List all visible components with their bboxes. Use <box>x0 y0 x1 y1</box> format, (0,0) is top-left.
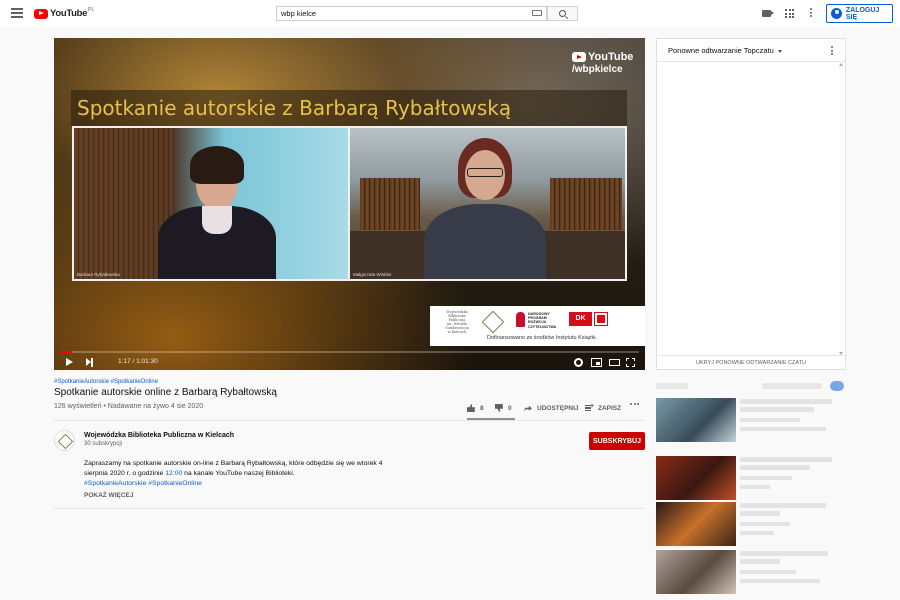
speaker-panel-right: Małgorzata Winkler <box>348 126 627 281</box>
watermark-brand: YouTube <box>588 51 634 63</box>
progress-bar[interactable] <box>60 351 639 353</box>
time-display: 1:17 / 1:01:30 <box>118 358 158 365</box>
video-thumbnail <box>656 550 736 594</box>
search-button[interactable] <box>547 6 578 21</box>
channel-name[interactable]: Wojewódzka Biblioteka Publiczna w Kielca… <box>84 432 234 439</box>
like-button[interactable]: 8 <box>467 401 484 415</box>
video-title: Spotkanie autorskie online z Barbarą Ryb… <box>54 387 277 398</box>
logo-text: YouTube <box>50 8 88 19</box>
share-icon <box>524 405 532 411</box>
keyboard-icon[interactable] <box>532 10 542 16</box>
share-label: UDOSTĘPNIJ <box>537 404 579 412</box>
masthead: YouTube PL wbp kielce ZALOGUJ SIĘ <box>0 0 900 27</box>
dislike-button[interactable]: 0 <box>495 401 512 415</box>
create-video-icon[interactable] <box>762 10 774 17</box>
search-input[interactable]: wbp kielce <box>276 6 547 21</box>
hashtag-link[interactable]: #SpotkanieOnline <box>111 379 158 385</box>
theater-mode-icon[interactable] <box>609 359 620 366</box>
autoplay-toggle[interactable] <box>830 381 844 391</box>
divider <box>54 420 645 421</box>
logo-region: PL <box>88 6 95 13</box>
chat-more-icon[interactable] <box>831 46 834 57</box>
hashtag-link[interactable]: #SpotkanieAutorskie <box>54 379 109 385</box>
recommendation-item[interactable] <box>656 550 846 594</box>
recommendation-item[interactable] <box>656 456 846 500</box>
library-emblem-icon <box>481 310 505 334</box>
video-thumbnail <box>656 502 736 546</box>
video-hashtags: #SpotkanieAutorskie #SpotkanieOnline <box>54 379 158 385</box>
fullscreen-icon[interactable] <box>626 358 635 367</box>
library-logo-text: Wojewódzka Biblioteka Publiczna im. Wito… <box>445 310 469 334</box>
subscribe-button[interactable]: SUBSKRYBUJ <box>589 432 645 450</box>
youtube-play-icon <box>34 8 48 19</box>
right-name-tag: Małgorzata Winkler <box>353 272 392 277</box>
search-icon <box>559 10 566 17</box>
chat-header: Ponowne odtwarzanie Topczatu <box>657 39 845 62</box>
video-description: Zapraszamy na spotkanie autorskie on-lin… <box>84 459 384 489</box>
video-meta: 126 wyświetleń • Nadawane na żywo 4 sie … <box>54 403 204 410</box>
recommendation-item[interactable] <box>656 502 846 546</box>
speaker-panel-left: Barbara Rybałtowska <box>72 126 350 281</box>
video-thumbnail <box>656 456 736 500</box>
save-button[interactable]: ZAPISZ <box>585 401 621 415</box>
play-icon[interactable] <box>66 358 73 366</box>
subscriber-count: 30 subskrypcji <box>84 441 123 447</box>
save-label: ZAPISZ <box>598 404 622 412</box>
overlay-video-title: Spotkanie autorskie z Barbarą Rybałtowsk… <box>77 96 512 120</box>
more-actions-icon[interactable] <box>630 403 639 405</box>
timestamp-link[interactable]: 12:00 <box>165 470 182 477</box>
show-more-button[interactable]: POKAŻ WIĘCEJ <box>84 492 133 499</box>
watermark-play-icon <box>572 52 586 62</box>
chat-mode-dropdown[interactable]: Ponowne odtwarzanie Topczatu <box>668 46 782 55</box>
sign-in-button[interactable]: ZALOGUJ SIĘ <box>826 4 893 23</box>
next-icon[interactable] <box>86 358 94 367</box>
video-player[interactable]: YouTube /wbpkielce Spotkanie autorskie z… <box>54 38 645 370</box>
npr-flame-icon <box>516 312 525 327</box>
miniplayer-icon[interactable] <box>591 358 602 367</box>
progress-fill <box>60 351 73 353</box>
sponsor-banner: Wojewódzka Biblioteka Publiczna im. Wito… <box>430 306 645 346</box>
apps-grid-icon[interactable] <box>785 9 794 18</box>
funding-text: Dofinansowano ze środków Instytutu Książ… <box>487 335 598 341</box>
settings-gear-icon[interactable] <box>574 358 583 367</box>
dk-logo: DK <box>569 312 592 326</box>
channel-watermark: YouTube /wbpkielce <box>572 51 633 75</box>
npr-logo-text: NARODOWY PROGRAM ROZWOJU CZYTELNICTWA <box>528 312 557 329</box>
account-icon <box>831 8 842 19</box>
left-name-tag: Barbara Rybałtowska <box>77 272 120 277</box>
description-hashtags[interactable]: #SpotkanieAutorskie #SpotkanieOnline <box>84 480 202 487</box>
recommendations-header <box>656 381 846 391</box>
player-controls: 1:17 / 1:01:30 <box>54 355 645 370</box>
watermark-handle: /wbpkielce <box>572 64 623 75</box>
channel-avatar[interactable] <box>54 430 75 451</box>
thumbs-down-icon <box>495 404 503 412</box>
description-text-2: na kanale YouTube naszej Biblioteki. <box>184 470 295 477</box>
divider <box>54 508 645 509</box>
share-button[interactable]: UDOSTĘPNIJ <box>524 401 579 415</box>
chat-scrollbar[interactable] <box>838 63 844 355</box>
thumbs-up-icon <box>467 404 475 412</box>
hide-chat-button[interactable]: UKRYJ PONOWNE ODTWARZANIE CZATU <box>657 355 845 370</box>
video-thumbnail <box>656 398 736 442</box>
sign-in-label: ZALOGUJ SIĘ <box>845 6 880 21</box>
youtube-logo[interactable]: YouTube PL <box>34 6 95 19</box>
settings-more-icon[interactable] <box>810 8 813 19</box>
hamburger-menu-icon[interactable] <box>11 8 23 18</box>
playlist-add-icon <box>585 403 594 412</box>
like-count: 8 <box>480 404 484 412</box>
live-chat-replay: Ponowne odtwarzanie Topczatu UKRYJ PONOW… <box>656 38 846 370</box>
dislike-count: 0 <box>508 404 512 412</box>
recommendation-item[interactable] <box>656 398 846 442</box>
red-square-logo <box>594 312 608 326</box>
